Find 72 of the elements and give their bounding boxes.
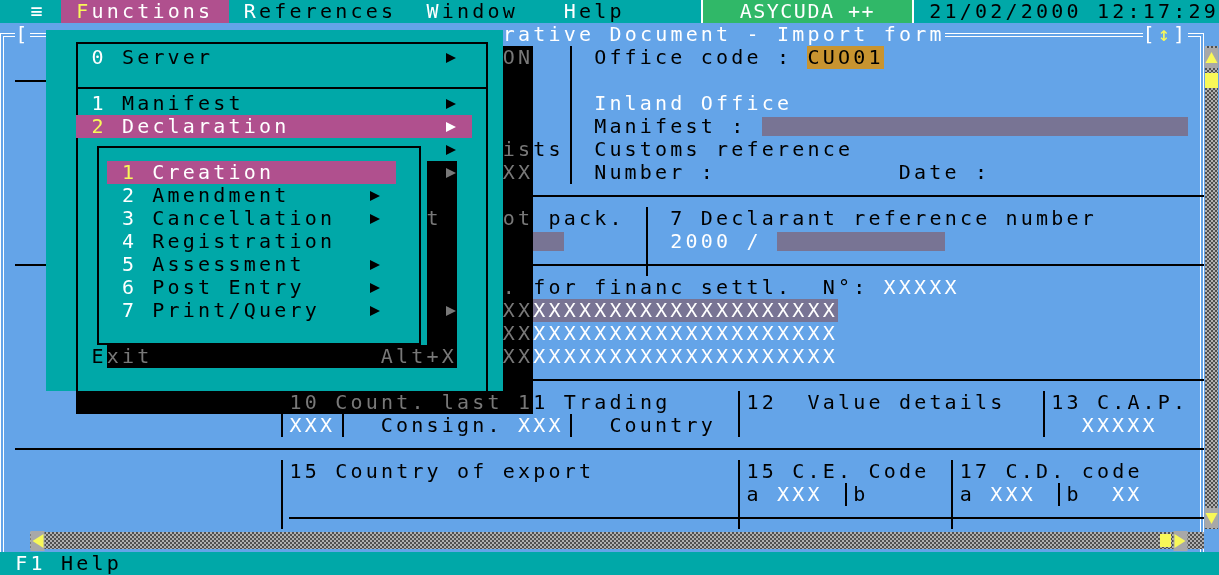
field-value: XXXXXXXXXXXXXXXXXXXX xyxy=(533,299,838,322)
input-field[interactable] xyxy=(776,232,945,251)
field-label: pack. xyxy=(548,207,625,230)
window-title: rative Document - Import form xyxy=(502,23,945,46)
help-hint: F1 Help xyxy=(15,552,122,575)
shortcut-text: Alt+X xyxy=(380,345,458,368)
field-label: ts xyxy=(533,138,564,161)
menu-item[interactable]: 2 Amendment xyxy=(106,184,397,207)
submenu-arrow-icon xyxy=(445,143,458,156)
menu-item[interactable]: Window xyxy=(411,0,534,23)
field-value: Inland Office xyxy=(594,92,793,115)
submenu-arrow-icon xyxy=(445,51,458,64)
menu-item[interactable]: 3 Cancellation xyxy=(106,207,397,230)
submenu-arrow-icon xyxy=(445,97,458,110)
input-field[interactable] xyxy=(761,117,1189,136)
field-label: 15 Country of export xyxy=(289,460,595,483)
field-label: 13 C.A.P. xyxy=(1051,391,1189,414)
menu-item[interactable]: Help xyxy=(548,0,640,23)
menu-item[interactable]: 2 Declaration xyxy=(76,115,473,138)
field-label: Customs reference xyxy=(594,138,854,161)
field-label: Consign. xyxy=(380,414,503,437)
field-label: 17 C.D. code xyxy=(959,460,1143,483)
submenu-arrow-icon xyxy=(368,189,381,202)
scroll-down-icon[interactable] xyxy=(1203,507,1219,528)
submenu-arrow-icon xyxy=(368,212,381,225)
field-value: XXX xyxy=(517,414,564,437)
office-code-value: CUO01 xyxy=(807,46,884,69)
menu-item[interactable]: 4 Registration xyxy=(106,230,397,253)
field-label: b xyxy=(853,483,869,506)
submenu-arrow-icon xyxy=(368,304,381,317)
submenu-arrow-icon xyxy=(368,281,381,294)
submenu-arrow-icon xyxy=(445,120,458,133)
field-label: 12 Value details xyxy=(746,391,1006,414)
field-value: XX xyxy=(1112,483,1143,506)
vertical-scrollbar[interactable] xyxy=(1204,46,1218,529)
submenu-arrow-icon xyxy=(368,258,381,271)
field-value: XXXXX xyxy=(1081,414,1158,437)
field-value: XXXXX xyxy=(883,276,960,299)
horizontal-scrollbar[interactable] xyxy=(30,532,1204,549)
field-label: Number : xyxy=(594,161,716,184)
field-label: 1 Trading xyxy=(533,391,671,414)
scroll-up-icon[interactable] xyxy=(1203,47,1219,68)
field-value: 2000 / xyxy=(670,230,762,253)
menu-item[interactable]: 6 Post Entry xyxy=(106,276,397,299)
field-value: XXX xyxy=(776,483,823,506)
scroll-thumb[interactable] xyxy=(1204,73,1218,88)
field-label: for financ settl. N°: xyxy=(533,276,869,299)
field-label: a xyxy=(959,483,975,506)
field-label: 7 Declarant reference number xyxy=(670,207,1097,230)
field-label: b xyxy=(1066,483,1082,506)
field-label: Country xyxy=(609,414,716,437)
menu-item[interactable]: References xyxy=(228,0,412,23)
clock-text: 21/02/2000 12:17:29 xyxy=(929,0,1219,23)
submenu-arrow-icon xyxy=(445,166,458,179)
field-label: 15 C.E. Code xyxy=(746,460,930,483)
submenu-arrow-icon xyxy=(445,304,458,317)
field-label: Date : xyxy=(898,161,991,184)
app-name-label: ASYCUDA ++ xyxy=(700,0,915,23)
menu-item[interactable]: 0 Server xyxy=(76,46,473,69)
field-label: Office code : xyxy=(594,46,793,69)
input-field[interactable] xyxy=(533,232,564,251)
field-value: XXX xyxy=(289,414,336,437)
field-value: XXXXXXXXXXXXXXXXXXXX xyxy=(533,322,838,345)
menu-item[interactable]: 1 Creation xyxy=(106,161,397,184)
menu-item[interactable]: 7 Print/Query xyxy=(106,299,397,322)
menu-item[interactable]: 5 Assessment xyxy=(106,253,397,276)
exit-menu-item[interactable]: Exit Alt+X xyxy=(76,345,473,368)
menu-item[interactable]: 1 Manifest xyxy=(76,92,473,115)
field-value: XXX xyxy=(990,483,1036,506)
field-label: Manifest : xyxy=(594,115,747,138)
field-value: XXXXXXXXXXXXXXXXXXXX xyxy=(533,345,838,368)
field-label: a xyxy=(746,483,762,506)
